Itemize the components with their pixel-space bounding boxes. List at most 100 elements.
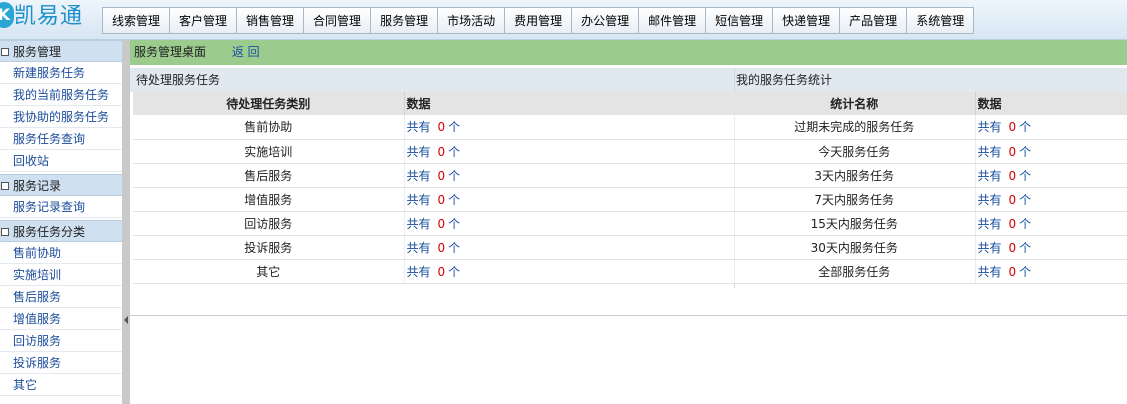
pending-panel-title: 待处理服务任务 — [136, 73, 221, 87]
nav-tab[interactable]: 快递管理 — [773, 7, 841, 34]
count-prefix-link[interactable]: 共有 — [978, 217, 1002, 231]
nav-tab[interactable]: 办公管理 — [572, 7, 640, 34]
count-unit[interactable]: 个 — [1019, 193, 1031, 207]
count-prefix-link[interactable]: 共有 — [978, 145, 1002, 159]
table-row: 回访服务 共有 0 个 — [133, 211, 735, 236]
row-data-cell: 共有 0 个 — [404, 211, 735, 236]
count-unit[interactable]: 个 — [448, 217, 460, 231]
row-label: 实施培训 — [133, 139, 405, 164]
sidebar-item[interactable]: 服务记录查询 — [0, 196, 122, 218]
row-label: 30天内服务任务 — [734, 235, 976, 260]
table-row: 15天内服务任务 共有 0 个 — [734, 211, 1127, 236]
pending-header-row: 待处理任务类别 数据 — [133, 92, 735, 115]
count-unit[interactable]: 个 — [1019, 169, 1031, 183]
row-label: 售前协助 — [133, 115, 405, 140]
count-value[interactable]: 0 — [438, 265, 446, 279]
nav-tab[interactable]: 产品管理 — [840, 7, 908, 34]
main-nav: 线索管理 客户管理 销售管理 合同管理 服务管理 市场活动 费用管理 办公管理 邮件管理 短信管理… — [102, 7, 975, 34]
count-unit[interactable]: 个 — [1019, 120, 1031, 134]
count-unit[interactable]: 个 — [448, 145, 460, 159]
breadcrumb: 服务管理桌面 返 回 — [130, 40, 1127, 65]
panel-headers: 待处理服务任务 我的服务任务统计 — [130, 68, 1127, 92]
count-unit[interactable]: 个 — [448, 193, 460, 207]
nav-tab[interactable]: 客户管理 — [170, 7, 238, 34]
nav-tab[interactable]: 服务管理 — [371, 7, 439, 34]
table-row: 实施培训 共有 0 个 — [133, 139, 735, 164]
count-prefix-link[interactable]: 共有 — [978, 169, 1002, 183]
count-prefix-link[interactable]: 共有 — [978, 241, 1002, 255]
sidebar-group-header[interactable]: 服务任务分类 — [0, 220, 122, 242]
count-value[interactable]: 0 — [438, 241, 446, 255]
main-content: 服务管理桌面 返 回 待处理服务任务 我的服务任务统计 待处理任务类别 数据 售… — [130, 40, 1127, 404]
back-link[interactable]: 返 回 — [232, 45, 260, 59]
count-unit[interactable]: 个 — [448, 265, 460, 279]
count-prefix-link[interactable]: 共有 — [407, 120, 431, 134]
nav-tab[interactable]: 费用管理 — [505, 7, 573, 34]
count-value[interactable]: 0 — [438, 217, 446, 231]
count-unit[interactable]: 个 — [1019, 265, 1031, 279]
count-value[interactable]: 0 — [1009, 241, 1017, 255]
sidebar-item[interactable]: 新建服务任务 — [0, 62, 122, 84]
count-unit[interactable]: 个 — [1019, 241, 1031, 255]
nav-tab[interactable]: 合同管理 — [304, 7, 372, 34]
count-value[interactable]: 0 — [438, 120, 446, 134]
nav-tab[interactable]: 邮件管理 — [639, 7, 707, 34]
sidebar-group-header[interactable]: 服务管理 — [0, 40, 122, 62]
count-prefix-link[interactable]: 共有 — [407, 241, 431, 255]
nav-tab[interactable]: 短信管理 — [706, 7, 774, 34]
sidebar-item[interactable]: 回访服务 — [0, 330, 122, 352]
count-value[interactable]: 0 — [438, 169, 446, 183]
row-label: 售后服务 — [133, 163, 405, 188]
count-prefix-link[interactable]: 共有 — [407, 145, 431, 159]
count-unit[interactable]: 个 — [448, 169, 460, 183]
sidebar-item[interactable]: 实施培训 — [0, 264, 122, 286]
row-label: 回访服务 — [133, 211, 405, 236]
sidebar-splitter[interactable] — [122, 40, 130, 404]
count-prefix-link[interactable]: 共有 — [978, 193, 1002, 207]
row-label: 增值服务 — [133, 187, 405, 212]
sidebar-group-header[interactable]: 服务记录 — [0, 174, 122, 196]
sidebar-item[interactable]: 售后服务 — [0, 286, 122, 308]
count-prefix-link[interactable]: 共有 — [978, 120, 1002, 134]
count-unit[interactable]: 个 — [448, 120, 460, 134]
sidebar-item[interactable]: 我协助的服务任务 — [0, 106, 122, 128]
nav-tab[interactable]: 市场活动 — [438, 7, 506, 34]
count-unit[interactable]: 个 — [1019, 145, 1031, 159]
sidebar-item[interactable]: 售前协助 — [0, 242, 122, 264]
count-prefix-link[interactable]: 共有 — [407, 265, 431, 279]
count-value[interactable]: 0 — [1009, 120, 1017, 134]
nav-tab[interactable]: 线索管理 — [102, 7, 171, 34]
nav-tab[interactable]: 销售管理 — [237, 7, 305, 34]
sidebar-item[interactable]: 增值服务 — [0, 308, 122, 330]
row-data-cell: 共有 0 个 — [975, 211, 1127, 236]
count-unit[interactable]: 个 — [1019, 217, 1031, 231]
sidebar-item[interactable]: 投诉服务 — [0, 352, 122, 374]
table-row: 增值服务 共有 0 个 — [133, 187, 735, 212]
sidebar-item[interactable]: 回收站 — [0, 150, 122, 172]
row-label: 其它 — [133, 259, 405, 284]
stats-panel-title: 我的服务任务统计 — [736, 73, 833, 87]
row-data-cell: 共有 0 个 — [404, 187, 735, 212]
count-value[interactable]: 0 — [1009, 265, 1017, 279]
row-data-cell: 共有 0 个 — [404, 115, 735, 140]
logo-mark: K — [0, 2, 14, 28]
sidebar-item[interactable]: 我的当前服务任务 — [0, 84, 122, 106]
count-prefix-link[interactable]: 共有 — [407, 217, 431, 231]
count-value[interactable]: 0 — [438, 145, 446, 159]
count-value[interactable]: 0 — [1009, 217, 1017, 231]
sidebar-item[interactable]: 服务任务查询 — [0, 128, 122, 150]
count-value[interactable]: 0 — [1009, 193, 1017, 207]
sidebar-item[interactable]: 其它 — [0, 374, 122, 396]
count-prefix-link[interactable]: 共有 — [407, 193, 431, 207]
count-prefix-link[interactable]: 共有 — [978, 265, 1002, 279]
count-value[interactable]: 0 — [438, 193, 446, 207]
count-value[interactable]: 0 — [1009, 145, 1017, 159]
collapse-box-icon[interactable] — [1, 182, 9, 190]
count-unit[interactable]: 个 — [448, 241, 460, 255]
collapse-arrow-icon[interactable] — [124, 316, 128, 324]
count-value[interactable]: 0 — [1009, 169, 1017, 183]
collapse-box-icon[interactable] — [1, 228, 9, 236]
nav-tab[interactable]: 系统管理 — [907, 7, 975, 34]
count-prefix-link[interactable]: 共有 — [407, 169, 431, 183]
collapse-box-icon[interactable] — [1, 48, 9, 56]
